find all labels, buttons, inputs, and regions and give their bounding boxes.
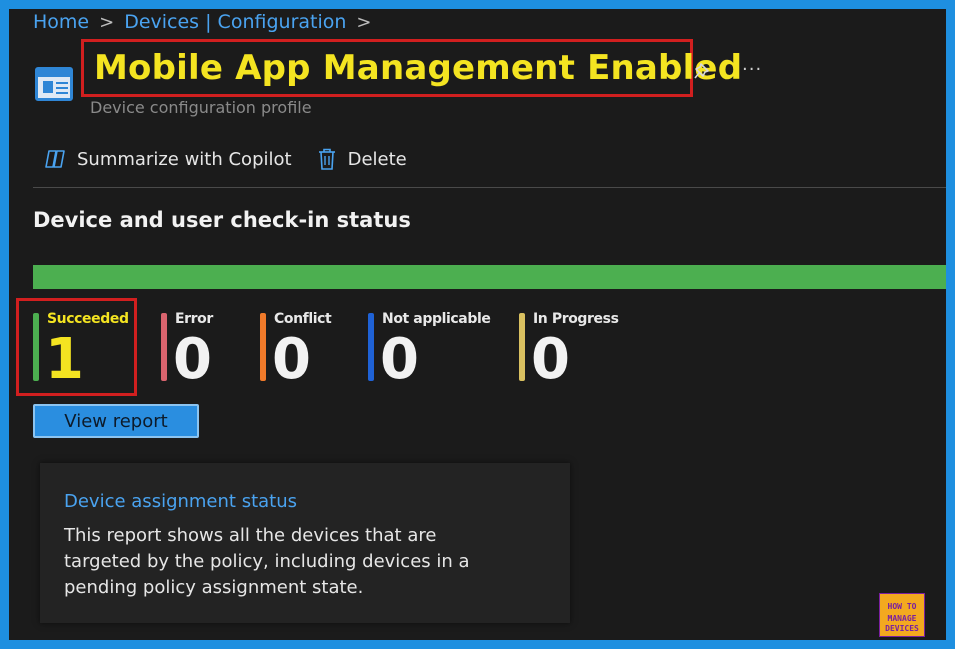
breadcrumb-separator: > [356,11,372,33]
breadcrumb-separator: > [99,11,115,33]
configuration-profile-icon [35,67,73,101]
stat-label: Conflict [274,311,332,327]
logo-line3: DEVICES [885,624,919,633]
stat-label: In Progress [533,311,619,327]
logo-line1: HOW TO [887,602,917,611]
command-bar: Summarize with Copilot Delete [43,147,431,171]
stat-color-bar [161,313,167,381]
device-assignment-card[interactable]: Device assignment status This report sho… [40,463,570,623]
stat-color-bar [368,313,374,381]
trash-icon [318,148,335,170]
stat-value: 0 [380,327,419,392]
view-report-button[interactable]: View report [33,404,199,438]
stat-label: Not applicable [382,311,491,327]
stat-label: Error [175,311,213,327]
stat-value: 0 [173,327,212,392]
checkin-status-bar [33,265,946,289]
delete-button[interactable]: Delete [316,147,407,171]
copilot-label: Summarize with Copilot [77,148,292,170]
card-description: This report shows all the devices that a… [64,525,470,598]
stat-value: 0 [531,327,570,392]
breadcrumb-devices-configuration[interactable]: Devices | Configuration [124,11,346,33]
toolbar-divider [33,187,946,188]
pin-icon[interactable] [693,61,715,87]
delete-label: Delete [347,148,407,170]
stat-color-bar [260,313,266,381]
more-icon[interactable]: ··· [742,59,762,80]
copilot-icon [45,150,65,168]
title-highlight-box: Mobile App Management Enabled [81,39,742,97]
stat-value: 0 [272,327,311,392]
app-frame: Home > Devices | Configuration > Mobile … [9,9,946,640]
stat-color-bar [519,313,525,381]
logo-line2: MANAGE [887,614,917,623]
watermark-logo: HOW TO MANAGE DEVICES [879,593,925,637]
checkin-status-title: Device and user check-in status [33,208,411,232]
summarize-copilot-button[interactable]: Summarize with Copilot [43,147,292,171]
succeeded-highlight-box [16,298,137,396]
page-title: Mobile App Management Enabled [94,48,743,88]
page-subtitle: Device configuration profile [90,98,312,117]
card-title-link[interactable]: Device assignment status [64,491,297,512]
breadcrumb-home[interactable]: Home [33,11,89,33]
breadcrumb: Home > Devices | Configuration > [33,9,382,35]
